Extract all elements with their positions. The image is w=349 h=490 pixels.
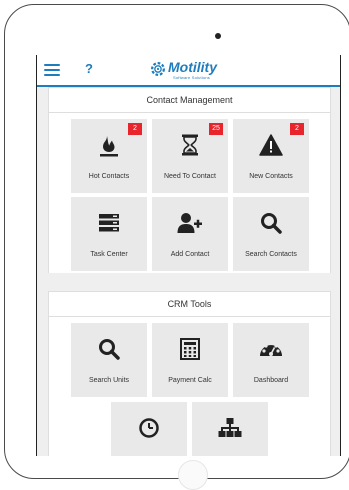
add-contact-tile[interactable]: Add Contact [152,197,228,271]
warning-icon [259,134,283,156]
crm-tools-panel: Search Units Payment Calc Dashboard [48,317,331,456]
task-center-tile[interactable]: Task Center [71,197,147,271]
org-chart-icon [218,418,242,437]
new-contacts-label: New Contacts [249,173,293,180]
payment-calc-tile[interactable]: Payment Calc [152,323,228,397]
dashboard-label: Dashboard [253,377,289,384]
contact-management-header: Contact Management [48,87,331,113]
need-to-contact-tile[interactable]: 25 Need To Contact [152,119,228,193]
tablet-frame: ? Motility Software Solutions Contact Ma… [4,4,349,490]
dashboard-icon [260,341,282,356]
logo-gear-icon [151,62,165,76]
search-units-tile[interactable]: Search Units [71,323,147,397]
logo-tagline: Software Solutions [173,75,210,80]
history-tile[interactable] [111,402,187,456]
main-content: Contact Management 2 Hot Contacts 25 Nee… [37,87,340,456]
help-button[interactable]: ? [85,61,93,76]
add-user-icon [177,213,202,233]
clock-icon [139,418,159,438]
search-units-label: Search Units [88,377,130,384]
need-to-contact-label: Need To Contact [163,173,216,180]
search-contacts-tile[interactable]: Search Contacts [233,197,309,271]
calculator-icon [180,338,200,360]
hot-contacts-label: Hot Contacts [88,173,130,180]
search-icon [261,213,282,234]
add-contact-label: Add Contact [170,251,210,258]
flame-icon [100,136,118,157]
task-center-label: Task Center [90,251,128,258]
org-chart-tile[interactable] [192,402,268,456]
crm-tools-header: CRM Tools [48,291,331,317]
payment-calc-label: Payment Calc [168,377,212,384]
hot-contacts-tile[interactable]: 2 Hot Contacts [71,119,147,193]
camera-icon [215,33,221,39]
search-contacts-label: Search Contacts [245,251,297,258]
new-contacts-tile[interactable]: 2 New Contacts [233,119,309,193]
top-bar: ? Motility Software Solutions [37,55,340,87]
contact-management-panel: 2 Hot Contacts 25 Need To Contact 2 New … [48,113,331,273]
app-screen: ? Motility Software Solutions Contact Ma… [36,55,341,456]
menu-icon[interactable] [44,64,60,76]
dashboard-tile[interactable]: Dashboard [233,323,309,397]
search-icon [99,339,120,360]
home-button[interactable] [178,460,208,490]
logo-brand-text: Motility [168,59,217,75]
task-list-icon [99,214,119,232]
hourglass-icon [182,134,198,156]
